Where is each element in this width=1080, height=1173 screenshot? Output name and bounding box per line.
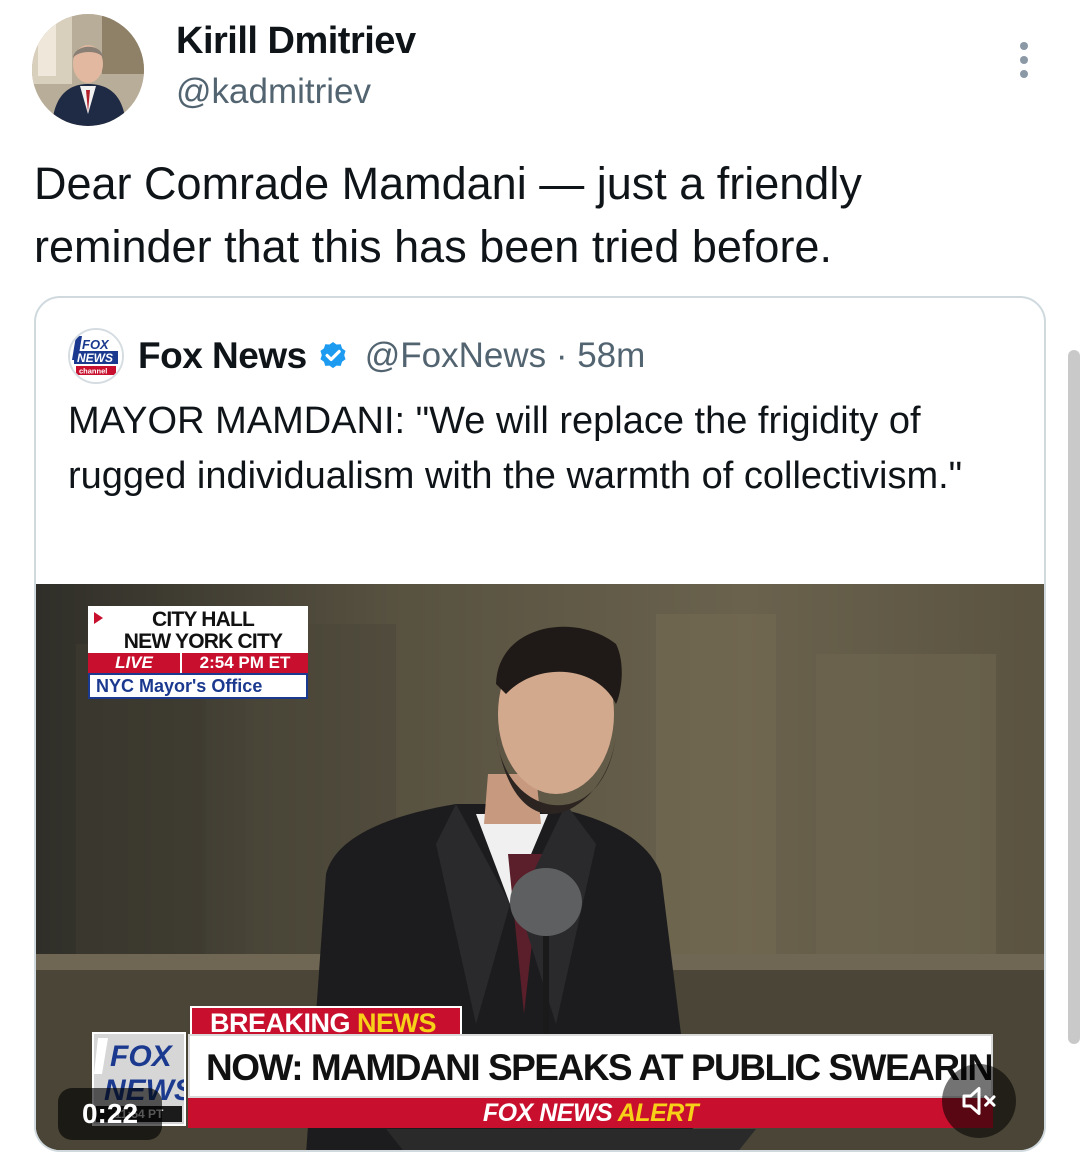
quoted-tweet-text: MAYOR MAMDANI: "We will replace the frig… [68,400,963,497]
alert-word: ALERT [617,1099,699,1127]
video-player[interactable]: CITY HALL NEW YORK CITY LIVE 2:54 PM ET … [36,584,1044,1150]
video-source-label: NYC Mayor's Office [88,673,308,699]
author-avatar[interactable] [32,14,144,126]
tweet-text: Dear Comrade Mamdani — just a friendly r… [34,158,862,272]
bug-line-1: FOX [110,1040,174,1073]
breaking-news-tag: BREAKING NEWS [190,1006,462,1038]
fox-news-avatar[interactable]: FOX NEWS channel [68,328,124,384]
video-elapsed-time: 0:22 [58,1088,162,1140]
more-vertical-icon [1020,42,1028,50]
more-vertical-icon-dot [1020,56,1028,64]
quoted-author-name[interactable]: Fox News [138,335,307,377]
page-scrollbar[interactable] [1068,350,1080,1044]
location-label: CITY HALL NEW YORK CITY [88,606,308,653]
quoted-tweet-card[interactable]: FOX NEWS channel Fox News @FoxNews · 58m… [34,296,1046,1152]
speaker-muted-icon [962,1087,996,1115]
live-time: 2:54 PM ET [180,653,308,673]
live-label: LIVE [88,653,180,673]
play-triangle-icon [94,612,103,624]
fox-logo-line-1: FOX [82,337,110,352]
verified-badge-icon [320,342,346,369]
live-row: LIVE 2:54 PM ET [88,653,308,673]
avatar-photo [32,14,144,126]
location-graphic: CITY HALL NEW YORK CITY LIVE 2:54 PM ET … [88,606,308,699]
quoted-author-handle[interactable]: @FoxNews · 58m [365,336,646,376]
more-vertical-icon-dot [1020,70,1028,78]
author-handle[interactable]: @kadmitriev [176,72,371,112]
alert-prefix: FOX NEWS [482,1099,613,1127]
fox-logo-line-3: channel [79,367,107,376]
fox-logo-line-2: NEWS [77,351,113,365]
headline-chyron: NOW: MAMDANI SPEAKS AT PUBLIC SWEARING-I… [188,1034,993,1098]
quoted-tweet-header: FOX NEWS channel Fox News @FoxNews · 58m [68,328,645,384]
author-name[interactable]: Kirill Dmitriev [176,20,416,63]
fox-news-logo-icon: FOX NEWS channel [70,330,122,382]
more-options-button[interactable] [1006,38,1042,82]
location-line-2: NEW YORK CITY [123,630,283,653]
alert-bar: FOX NEWS ALERT [188,1098,993,1128]
mute-toggle-button[interactable] [942,1064,1016,1138]
location-line-1: CITY HALL [151,608,255,631]
